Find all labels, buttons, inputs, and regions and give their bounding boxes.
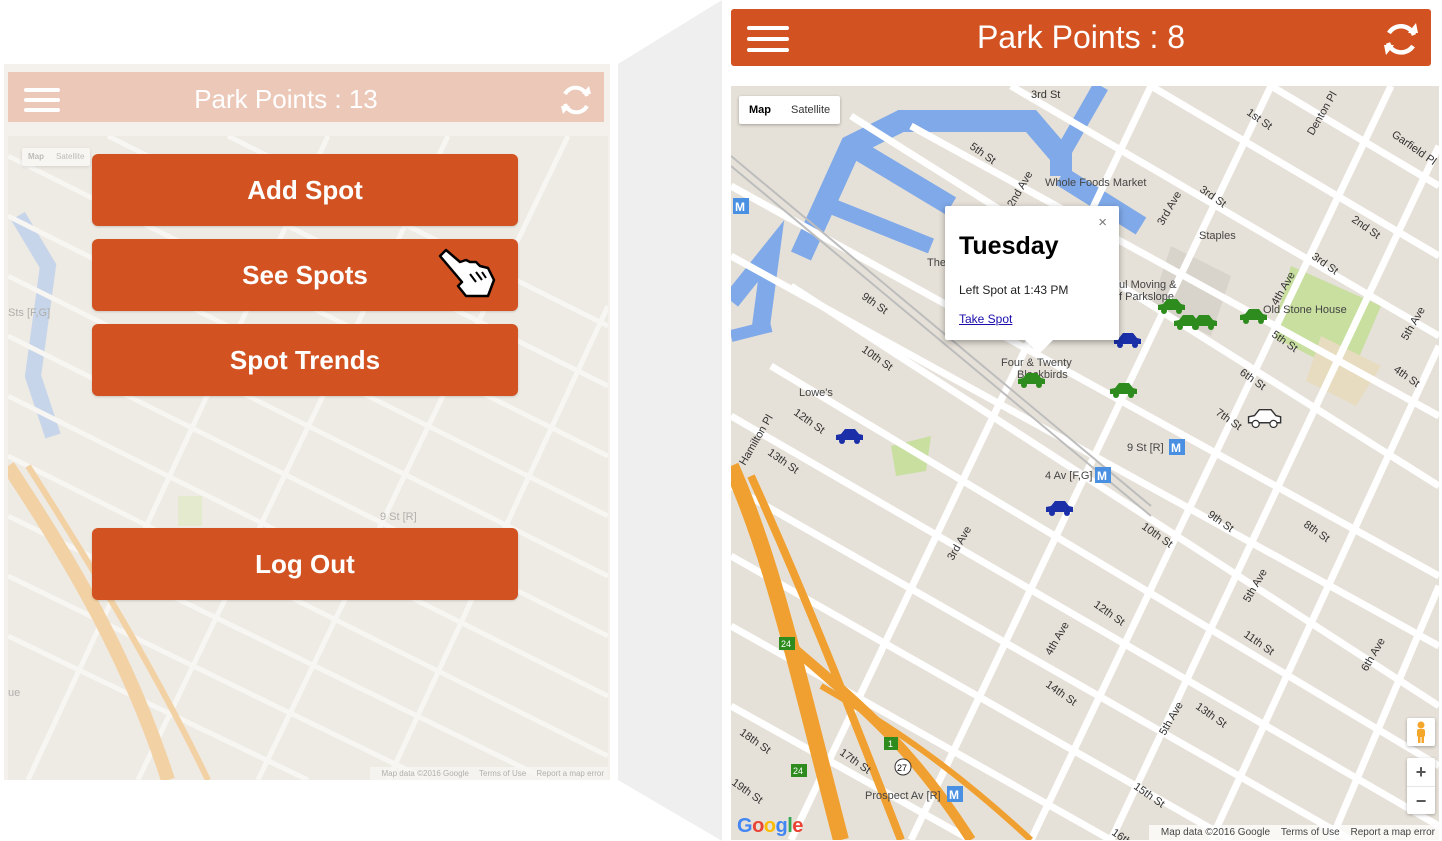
svg-text:Prospect Av [R]: Prospect Av [R] [865, 790, 941, 802]
car-icon[interactable] [1107, 380, 1139, 400]
map-type-control[interactable]: Map Satellite [739, 96, 841, 124]
add-spot-button[interactable]: Add Spot [92, 154, 518, 226]
left-map-canvas: 9 St [R] 4 Av [F,G] Prospect Av [R] Sts … [8, 136, 608, 780]
left-report-link[interactable]: Report a map error [536, 769, 604, 778]
svg-text:1: 1 [888, 739, 893, 749]
info-window-title: Tuesday [959, 232, 1059, 260]
svg-text:M: M [735, 200, 745, 214]
left-map-background: 9 St [R] 4 Av [F,G] Prospect Av [R] Sts … [8, 136, 608, 780]
svg-text:M: M [1171, 441, 1181, 455]
svg-text:Whole Foods Market: Whole Foods Market [1045, 177, 1146, 189]
svg-text:3rd St: 3rd St [1031, 89, 1060, 101]
refresh-icon[interactable] [1381, 19, 1421, 59]
pegman-icon[interactable] [1407, 718, 1435, 746]
left-app-header: Park Points : 13 [8, 72, 604, 122]
svg-text:ul Moving &: ul Moving & [1119, 279, 1177, 291]
right-map-canvas: 3rd St 1st St Denton Pl Garfield Pl 5th … [731, 86, 1439, 840]
map-type-satellite[interactable]: Satellite [781, 96, 840, 124]
spot-info-window: × Tuesday Left Spot at 1:43 PM Take Spot [945, 206, 1119, 354]
svg-text:24: 24 [793, 766, 803, 776]
hand-pointer-icon [438, 248, 496, 298]
right-header-title: Park Points : 8 [976, 19, 1186, 55]
car-icon[interactable] [1015, 370, 1047, 390]
info-window-text: Left Spot at 1:43 PM [959, 283, 1069, 297]
svg-text:9 St [R]: 9 St [R] [380, 511, 417, 523]
map-data-credit: Map data ©2016 Google [1160, 827, 1271, 838]
left-map-type-satellite[interactable]: Satellite [50, 148, 90, 166]
left-map-type-control[interactable]: Map Satellite [22, 148, 91, 166]
spot-trends-button[interactable]: Spot Trends [92, 324, 518, 396]
perspective-connector [618, 0, 722, 841]
svg-text:27: 27 [897, 763, 907, 773]
svg-text:Four & Twenty: Four & Twenty [1001, 357, 1072, 369]
terms-link[interactable]: Terms of Use [1281, 827, 1340, 838]
zoom-control[interactable]: + − [1407, 758, 1435, 814]
left-terms-link[interactable]: Terms of Use [479, 769, 526, 778]
google-logo: Google [737, 815, 803, 837]
svg-text:M: M [949, 788, 959, 802]
svg-text:M: M [1097, 469, 1107, 483]
car-icon[interactable] [833, 426, 865, 446]
right-app-header: Park Points : 8 [731, 9, 1431, 66]
svg-text:Old Stone House: Old Stone House [1263, 304, 1347, 316]
map-attribution: Map data ©2016 Google Terms of Use Repor… [1148, 825, 1439, 840]
take-spot-link[interactable]: Take Spot [959, 312, 1012, 326]
zoom-out-button[interactable]: − [1407, 786, 1435, 814]
car-icon[interactable] [1245, 406, 1283, 430]
refresh-icon[interactable] [558, 82, 594, 118]
svg-text:ue: ue [8, 687, 20, 699]
left-map-type-map[interactable]: Map [22, 148, 50, 166]
left-map-attribution: Map data ©2016 Google Terms of Use Repor… [369, 767, 608, 780]
car-icon[interactable] [1187, 312, 1219, 332]
car-icon[interactable] [1237, 306, 1269, 326]
svg-text:Staples: Staples [1199, 230, 1236, 242]
page: Park Points : 13 9 St [R] Sts [F,G] ue M… [0, 0, 1442, 841]
map-type-map[interactable]: Map [739, 96, 781, 124]
svg-text:Sts [F,G]: Sts [F,G] [8, 307, 50, 319]
svg-text:24: 24 [781, 639, 791, 649]
log-out-button[interactable]: Log Out [92, 528, 518, 600]
right-map[interactable]: 3rd St 1st St Denton Pl Garfield Pl 5th … [731, 86, 1439, 840]
svg-text:4 Av [F,G]: 4 Av [F,G] [1045, 470, 1093, 482]
car-icon[interactable] [1043, 498, 1075, 518]
report-error-link[interactable]: Report a map error [1351, 827, 1435, 838]
close-icon[interactable]: × [1098, 214, 1107, 231]
zoom-in-button[interactable]: + [1407, 758, 1435, 786]
left-phone-screen: Park Points : 13 9 St [R] Sts [F,G] ue M… [4, 64, 610, 780]
svg-text:The: The [927, 257, 946, 269]
left-header-title: Park Points : 13 [194, 84, 378, 114]
svg-text:Lowe's: Lowe's [799, 387, 833, 399]
svg-text:9 St [R]: 9 St [R] [1127, 442, 1164, 454]
left-map-data-credit: Map data ©2016 Google [381, 769, 469, 778]
